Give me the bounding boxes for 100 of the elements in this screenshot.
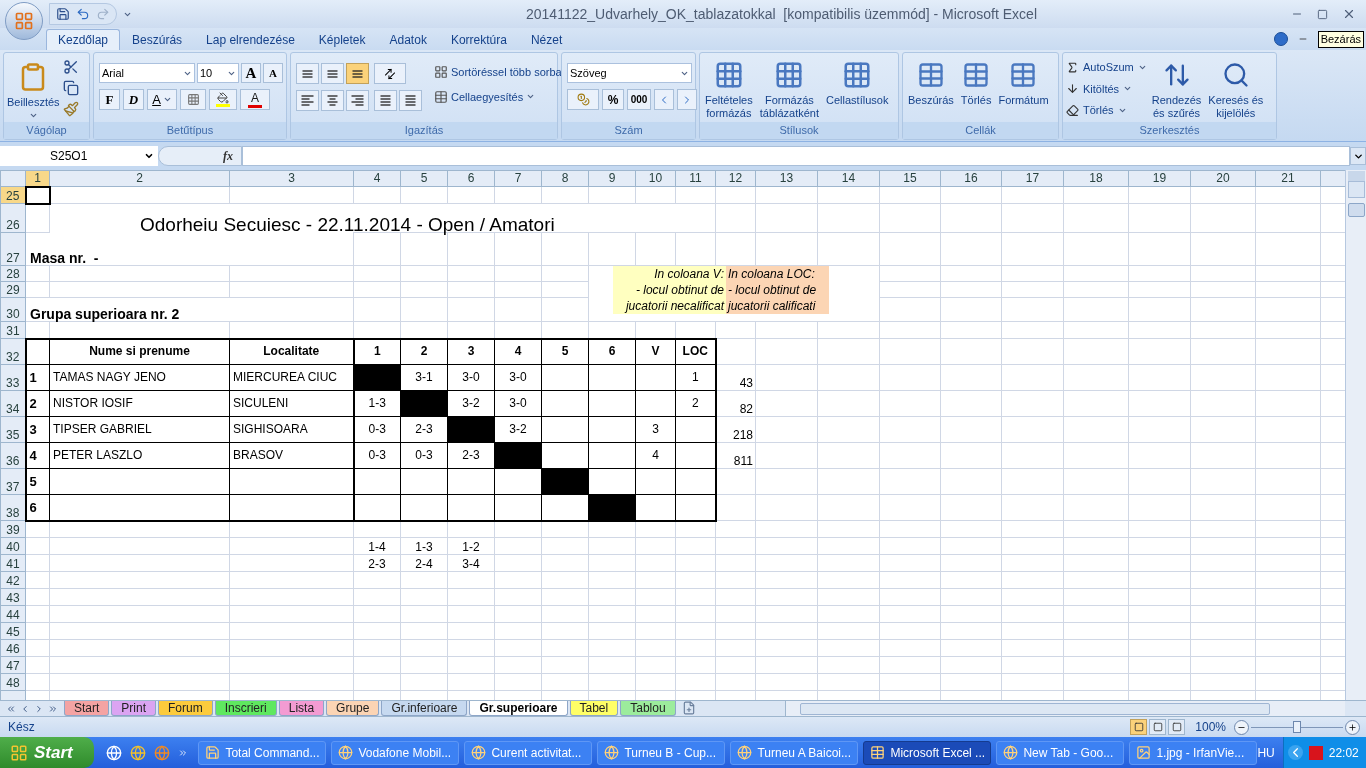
zoom-in-button[interactable]	[1345, 719, 1360, 735]
shrink-font-button[interactable]: A	[263, 63, 283, 83]
name-box[interactable]: S25O1	[0, 146, 158, 166]
row-header[interactable]: 33	[0, 364, 26, 391]
taskbar-button[interactable]: New Tab - Goo...	[996, 740, 1125, 765]
view-button[interactable]	[1149, 719, 1167, 735]
column-header[interactable]: 14	[817, 170, 880, 187]
taskbar-button[interactable]: Microsoft Excel ...	[863, 740, 992, 765]
sheet-tab[interactable]: Forum	[158, 701, 213, 716]
ribbon-tab[interactable]: Nézet	[518, 29, 575, 50]
sheet-tab[interactable]: Tablou	[620, 701, 676, 716]
taskbar-button[interactable]: Turneu B - Cup...	[597, 740, 726, 765]
style-button[interactable]: Formázás táblázatként	[757, 56, 822, 122]
merge-cells-button[interactable]: Cellaegyesítés	[434, 88, 562, 105]
last-sheet-icon[interactable]	[48, 703, 58, 714]
style-button[interactable]: Feltételes formázás	[703, 56, 755, 122]
cut-icon[interactable]	[62, 59, 79, 75]
show-hidden-icon[interactable]	[1287, 745, 1303, 760]
column-header[interactable]: 17	[1001, 170, 1064, 187]
sheet-tab[interactable]: Gr.superioare	[469, 701, 568, 716]
browser-icon[interactable]	[129, 744, 146, 761]
align-left-button[interactable]	[296, 90, 319, 111]
column-header[interactable]: 1	[25, 170, 50, 187]
zoom-out-button[interactable]	[1234, 719, 1249, 735]
currency-button[interactable]	[567, 89, 599, 110]
font-color-button[interactable]: A	[240, 89, 270, 110]
insert-function-button[interactable]: fx	[158, 146, 242, 166]
row-header[interactable]: 37	[0, 468, 26, 495]
zoom-thumb[interactable]	[1293, 720, 1301, 733]
row-header[interactable]: 30	[0, 297, 26, 322]
column-header[interactable]: 16	[940, 170, 1002, 187]
format-painter-icon[interactable]	[62, 101, 79, 117]
column-header[interactable]: 3	[229, 170, 354, 187]
orientation-button[interactable]	[374, 63, 406, 84]
expand-button[interactable]	[1350, 147, 1366, 165]
taskbar-button[interactable]: 1.jpg - IrfanVie...	[1129, 740, 1258, 765]
cells-button[interactable]: Törlés	[958, 56, 994, 122]
column-header[interactable]: 4	[353, 170, 401, 187]
row-header[interactable]: 36	[0, 442, 26, 469]
taskbar-button[interactable]: Vodafone Mobil...	[331, 740, 460, 765]
copy-icon[interactable]	[62, 80, 79, 96]
align-center-button[interactable]	[321, 90, 344, 111]
taskbar-button[interactable]: Total Command...	[198, 740, 327, 765]
underline-button[interactable]: A	[147, 89, 177, 110]
edit-big-button[interactable]: Keresés és kijelölés	[1206, 56, 1266, 122]
view-button[interactable]	[1168, 719, 1186, 735]
column-header[interactable]: 10	[635, 170, 676, 187]
horizontal-scrollbar[interactable]	[785, 701, 1345, 716]
wrap-text-button[interactable]: Sortöréssel több sorba	[434, 64, 562, 81]
grow-font-button[interactable]: A	[241, 63, 261, 83]
column-header[interactable]: 20	[1190, 170, 1256, 187]
ribbon-tab[interactable]: Adatok	[377, 29, 439, 50]
thousands-button[interactable]: 000	[627, 89, 651, 110]
decrease-indent-button[interactable]	[374, 90, 397, 111]
zoom-slider[interactable]	[1251, 719, 1343, 735]
number-format-field[interactable]: Szöveg	[567, 63, 692, 83]
column-header[interactable]: 6	[447, 170, 495, 187]
ribbon-tab[interactable]: Kezdőlap	[46, 29, 121, 50]
vertical-align-button[interactable]	[296, 63, 319, 84]
style-button[interactable]: Cellastílusok	[824, 56, 891, 122]
cells-button[interactable]: Formátum	[996, 56, 1051, 122]
column-header[interactable]: 12	[715, 170, 756, 187]
undo-icon[interactable]	[76, 7, 90, 21]
language-indicator[interactable]: HU	[1257, 743, 1275, 762]
increase-decimal-button[interactable]	[654, 89, 674, 110]
active-cell[interactable]	[25, 186, 50, 204]
save-icon[interactable]	[56, 7, 70, 21]
next-sheet-icon[interactable]	[34, 703, 44, 714]
edit-button[interactable]: Kitöltés	[1066, 80, 1147, 97]
vertical-scrollbar[interactable]	[1345, 170, 1366, 700]
column-header[interactable]: 7	[494, 170, 542, 187]
column-header[interactable]: 5	[400, 170, 448, 187]
fill-color-button[interactable]	[209, 89, 237, 110]
column-header[interactable]: 8	[541, 170, 589, 187]
view-button[interactable]	[1130, 719, 1148, 735]
column-header[interactable]: 15	[879, 170, 941, 187]
sheet-tab[interactable]: Gr.inferioare	[381, 701, 468, 716]
sheet-tab[interactable]: Tabel	[569, 701, 619, 716]
ribbon-tab[interactable]: Beszúrás	[120, 29, 195, 50]
sheet-tab[interactable]: Start	[64, 701, 110, 716]
office-button[interactable]	[5, 2, 43, 40]
column-header[interactable]: 11	[675, 170, 716, 187]
first-sheet-icon[interactable]	[6, 703, 16, 714]
column-header[interactable]: 18	[1063, 170, 1129, 187]
align-right-button[interactable]	[346, 90, 369, 111]
font-size-field[interactable]: 10	[197, 63, 239, 83]
font-name-field[interactable]: Arial	[99, 63, 195, 83]
row-header[interactable]: 35	[0, 416, 26, 443]
vertical-align-button[interactable]	[321, 63, 344, 84]
sheet-tab[interactable]: Grupe	[326, 701, 380, 716]
row-header[interactable]: 34	[0, 390, 26, 417]
edit-button[interactable]: AutoSzum	[1066, 59, 1147, 76]
row-header[interactable]: 27	[0, 232, 26, 266]
edit-big-button[interactable]: Rendezés és szűrés	[1149, 56, 1204, 122]
percent-button[interactable]: %	[602, 89, 624, 110]
column-header[interactable]: 2	[49, 170, 230, 187]
browser-icon[interactable]	[153, 744, 170, 761]
vertical-align-button[interactable]	[346, 63, 369, 84]
taskbar-button[interactable]: Curent activitat...	[464, 740, 593, 765]
edit-button[interactable]: Törlés	[1066, 102, 1147, 119]
